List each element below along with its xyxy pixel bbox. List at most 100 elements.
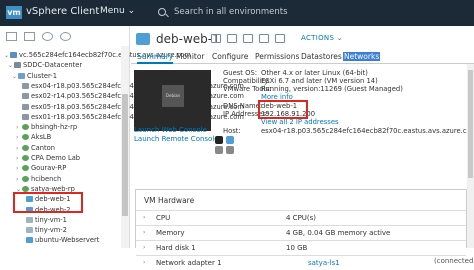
- tree-item[interactable]: ubuntu-Webservert: [20, 235, 99, 245]
- tree-item[interactable]: › AksLB: [16, 132, 51, 142]
- app-title[interactable]: vSphere Client: [26, 6, 99, 17]
- tree-item[interactable]: › bhsingh-hz-rp: [16, 122, 77, 132]
- console-icon[interactable]: [243, 34, 253, 43]
- prop-label: Host:: [223, 127, 241, 135]
- prop-value: ESXi 6.7 and later (VM version 14): [261, 77, 378, 85]
- chevron-down-icon: ⌄: [127, 6, 136, 16]
- hardware-label: CPU: [156, 214, 171, 222]
- vm-off-icon: [26, 227, 33, 234]
- main-panel: deb-web-1 ACTIONS ⌄ Summary Monitor Conf…: [131, 26, 474, 267]
- vm-icon: [26, 237, 33, 244]
- prop-value: Other 4.x or later Linux (64-bit): [261, 69, 368, 77]
- host-icon: [22, 82, 29, 89]
- tab-configure[interactable]: Configure: [212, 52, 248, 61]
- prop-label: DNS Name:: [223, 102, 263, 110]
- networking-icon[interactable]: [60, 32, 71, 41]
- resource-pool-icon: [22, 165, 29, 172]
- tab-datastores[interactable]: Datastores: [301, 52, 342, 61]
- vcenter-icon: [10, 52, 17, 58]
- snapshot-icon[interactable]: [275, 34, 285, 43]
- menu-label: Menu: [100, 6, 125, 16]
- prop-value: Running, version:11269 (Guest Managed): [261, 85, 403, 93]
- hardware-label: Memory: [156, 229, 185, 237]
- tree-item-label: Gourav-RP: [31, 164, 67, 173]
- prop-label: Guest OS:: [223, 69, 258, 77]
- tree-item[interactable]: › Canton: [16, 143, 55, 153]
- cluster-icon: [18, 72, 25, 79]
- tree-item-label: CPA Demo Lab: [31, 154, 81, 162]
- tree-item-label: AksLB: [31, 133, 52, 142]
- hardware-value: 4 CPU(s): [286, 214, 317, 222]
- hardware-row[interactable]: › Network adapter 1 satya-ls1: [136, 255, 466, 270]
- hardware-value: 4 GB, 0.04 GB memory active: [286, 229, 391, 237]
- tree-item[interactable]: ⌄ SDDC-Datacenter: [8, 60, 82, 70]
- host-icon: [22, 93, 29, 100]
- tab-bar: Summary Monitor Configure Permissions Da…: [131, 48, 474, 64]
- resource-pool-icon: [22, 144, 29, 151]
- tree-item-label: hcibench: [31, 174, 62, 183]
- vm-off-icon: [26, 216, 33, 223]
- vm-logo: vm: [6, 6, 22, 19]
- tree-item[interactable]: ⌄ Cluster-1: [12, 71, 57, 81]
- console-screen: Debian: [162, 85, 184, 107]
- inventory-tree: ⌄ vc.565c284efc164ecb82f70c.eastus.avs.az…: [0, 46, 244, 248]
- launch-remote-console-link[interactable]: Launch Remote Console: [134, 135, 219, 143]
- chevron-right-icon[interactable]: ›: [143, 229, 145, 236]
- vm-icon: [136, 33, 150, 45]
- migrate-icon[interactable]: [259, 34, 269, 43]
- network-link[interactable]: satya-ls1: [308, 259, 340, 267]
- tree-item-label: Cluster-1: [27, 71, 57, 80]
- tree-item-label: tiny-vm-1: [35, 215, 67, 224]
- highlight-box: [13, 192, 83, 213]
- actions-menu[interactable]: ACTIONS ⌄: [301, 34, 343, 42]
- hosts-clusters-icon[interactable]: [6, 32, 17, 41]
- tree-item-label: bhsingh-hz-rp: [31, 123, 78, 132]
- highlight-box: [258, 100, 308, 119]
- tab-networks[interactable]: Networks: [343, 52, 381, 61]
- tree-item-label: Canton: [31, 143, 55, 152]
- hardware-row[interactable]: › CPU 4 CPU(s): [136, 210, 466, 225]
- main-scrollbar[interactable]: [467, 64, 474, 248]
- resource-pool-icon: [22, 155, 29, 161]
- storage-icon[interactable]: [42, 32, 53, 41]
- host-value: esx04-r18.p03.565c284efc164ecb82f70c.eas…: [261, 127, 474, 135]
- console-thumbnail[interactable]: Debian: [134, 70, 211, 131]
- tab-monitor[interactable]: Monitor: [176, 52, 205, 61]
- scrollbar-thumb[interactable]: [468, 70, 473, 178]
- search-icon: [158, 8, 166, 16]
- chevron-right-icon[interactable]: ›: [143, 259, 145, 266]
- vm-hardware-title: VM Hardware: [144, 196, 195, 205]
- tree-item-label: tiny-vm-2: [35, 226, 67, 235]
- tab-summary[interactable]: Summary: [137, 52, 174, 64]
- resource-pool-icon: [22, 175, 29, 182]
- datacenter-icon: [14, 62, 21, 69]
- tree-item[interactable]: › CPA Demo Lab: [16, 153, 80, 163]
- host-icon: [22, 103, 29, 110]
- global-search[interactable]: Search in all environments: [146, 4, 356, 21]
- resource-pool-icon: [22, 185, 29, 192]
- tree-item[interactable]: tiny-vm-2: [20, 225, 67, 235]
- menu-button[interactable]: Menu ⌄: [100, 6, 135, 16]
- view-all-ips-link[interactable]: View all 2 IP addresses: [261, 118, 339, 126]
- host-icon: [226, 146, 234, 154]
- tree-item-label: SDDC-Datacenter: [23, 61, 83, 70]
- vms-templates-icon[interactable]: [24, 32, 35, 41]
- tab-permissions[interactable]: Permissions: [255, 52, 299, 61]
- tree-item[interactable]: › Gourav-RP: [16, 163, 66, 173]
- search-placeholder: Search in all environments: [174, 7, 288, 17]
- hardware-label: Network adapter 1: [156, 259, 222, 267]
- host-icon: [22, 113, 29, 120]
- power-off-icon[interactable]: [227, 34, 237, 43]
- launch-web-console-link[interactable]: Launch Web Console: [134, 126, 207, 134]
- chevron-right-icon[interactable]: ›: [143, 214, 145, 221]
- network-icon: [215, 146, 223, 154]
- power-on-icon[interactable]: [211, 34, 221, 43]
- tree-scrollbar-thumb[interactable]: [122, 94, 128, 216]
- tree-item[interactable]: tiny-vm-1: [20, 215, 67, 225]
- tree-item[interactable]: › hcibench: [16, 174, 61, 184]
- tree-item-label: ubuntu-Webservert: [35, 236, 100, 245]
- resource-pool-icon: [22, 124, 29, 131]
- hardware-label: Hard disk 1: [156, 244, 196, 252]
- top-bar: vm vSphere Client Menu ⌄ Search in all e…: [0, 0, 474, 26]
- hardware-row[interactable]: › Memory 4 GB, 0.04 GB memory active: [136, 225, 466, 240]
